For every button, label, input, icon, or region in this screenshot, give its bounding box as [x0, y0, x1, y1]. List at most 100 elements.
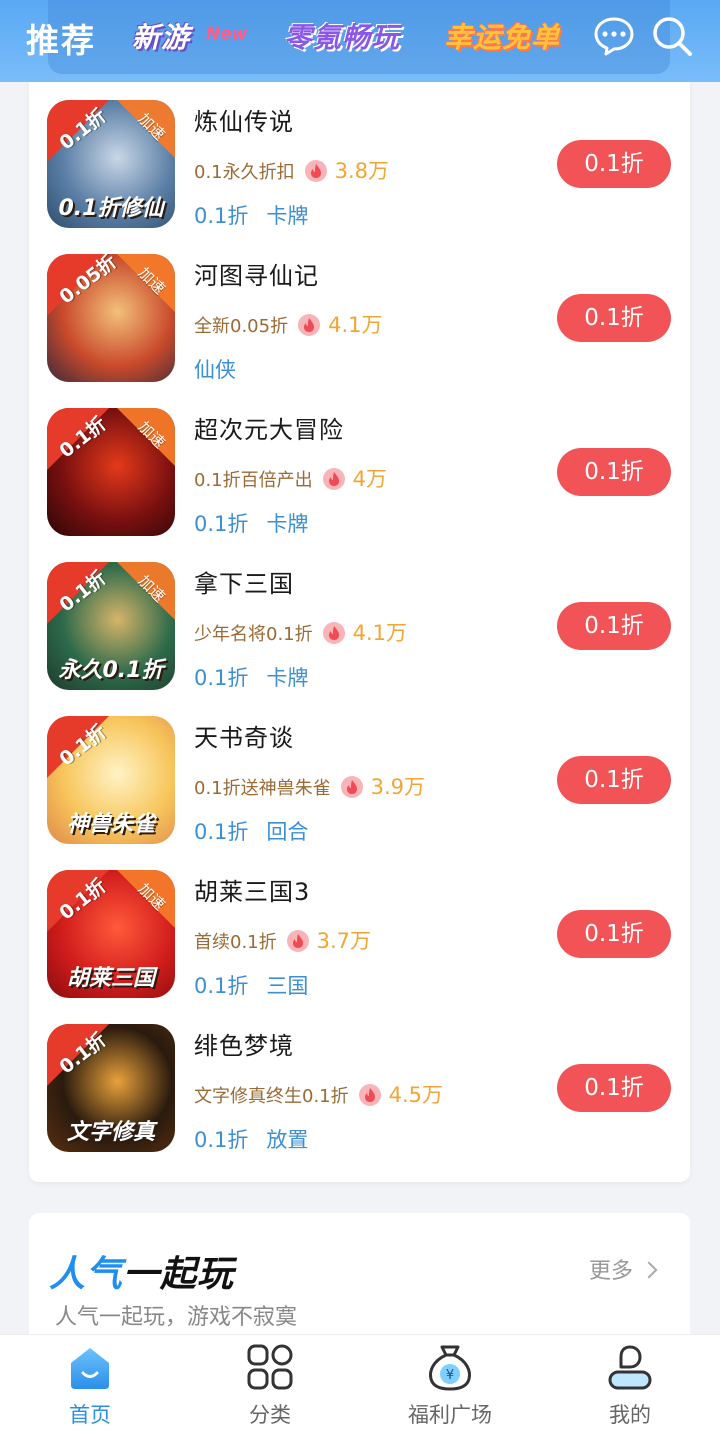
nav-home[interactable]: 首页 — [0, 1343, 180, 1439]
game-promo-line: 文字修真终生0.1折 4.5万 — [194, 1079, 443, 1109]
hot-count: 4.1万 — [352, 621, 408, 645]
game-name[interactable]: 绯色梦境 — [194, 1026, 294, 1061]
discount-button[interactable]: 0.1折 — [557, 140, 671, 188]
game-tags: 0.1折 回合 — [194, 816, 326, 846]
icon-caption: 胡莱三国 — [66, 966, 155, 991]
game-tag[interactable]: 三国 — [266, 974, 308, 998]
fire-icon — [340, 776, 363, 798]
game-name[interactable]: 天书奇谈 — [194, 718, 294, 753]
promo-text: 全新0.05折 — [194, 316, 289, 337]
icon-caption: 0.1折修仙 — [58, 196, 164, 221]
fire-icon — [298, 314, 321, 336]
game-tag[interactable]: 0.1折 — [194, 1128, 248, 1152]
nav-profile-label: 我的 — [609, 1403, 651, 1427]
game-promo-line: 0.1折百倍产出 4万 — [194, 463, 387, 493]
promo-text: 0.1折送神兽朱雀 — [194, 778, 331, 799]
game-tag[interactable]: 卡牌 — [266, 204, 308, 228]
game-row[interactable]: 0.05折 加速 河图寻仙记全新0.05折 4.1万仙侠 0.1折 — [29, 254, 690, 408]
game-tag[interactable]: 0.1折 — [194, 820, 248, 844]
popular-title: 人气一起玩 — [49, 1254, 235, 1295]
icon-caption: 文字修真 — [66, 1120, 155, 1145]
game-promo-line: 0.1永久折扣 3.8万 — [194, 155, 389, 185]
game-list: 0.1折 加速 0.1折修仙 炼仙传说 0.1永久折扣 3.8万 0.1折 卡牌 0.1折 0.0… — [29, 70, 690, 1182]
promo-text: 0.1永久折扣 — [194, 162, 295, 183]
game-name[interactable]: 炼仙传说 — [194, 102, 294, 137]
game-tag[interactable]: 卡牌 — [266, 666, 308, 690]
promo-text: 少年名将0.1折 — [194, 624, 313, 645]
game-tag[interactable]: 仙侠 — [194, 358, 236, 382]
nav-category[interactable]: 分类 — [180, 1343, 360, 1439]
hot-count: 4万 — [352, 467, 388, 491]
discount-button[interactable]: 0.1折 — [557, 448, 671, 496]
game-row[interactable]: 0.1折 加速 超次元大冒险 0.1折百倍产出 4万 0.1折 卡牌 0.1折 — [29, 408, 690, 562]
hot-count: 3.7万 — [316, 929, 372, 953]
popular-subtitle: 人气一起玩，游戏不寂寞 — [55, 1305, 298, 1330]
game-promo-line: 首续0.1折 3.7万 — [194, 925, 371, 955]
fire-icon — [304, 160, 327, 182]
game-row[interactable]: 0.1折 文字修真 绯色梦境 文字修真终生0.1折 4.5万 0.1折 放置 0.1折 — [29, 1024, 690, 1178]
discount-button[interactable]: 0.1折 — [557, 294, 671, 342]
game-tag[interactable]: 放置 — [266, 1128, 308, 1152]
game-name[interactable]: 超次元大冒险 — [194, 410, 344, 445]
game-tag[interactable]: 0.1折 — [194, 666, 248, 690]
search-icon[interactable] — [650, 14, 694, 58]
icon-caption: 永久0.1折 — [58, 658, 164, 683]
game-icon[interactable]: 0.1折 加速 — [47, 408, 175, 536]
discount-button[interactable]: 0.1折 — [557, 756, 671, 804]
nav-profile[interactable]: 我的 — [540, 1343, 720, 1439]
game-icon[interactable]: 0.1折 加速 永久0.1折 — [47, 562, 175, 690]
game-row[interactable]: 0.1折 加速 0.1折修仙 炼仙传说 0.1永久折扣 3.8万 0.1折 卡牌 0.1折 — [29, 100, 690, 254]
discount-button[interactable]: 0.1折 — [557, 602, 671, 650]
new-badge: New — [206, 24, 248, 44]
promo-text: 0.1折百倍产出 — [194, 470, 313, 491]
game-row[interactable]: 0.1折 加速 胡莱三国 胡莱三国3 首续0.1折 3.7万 0.1折 三国 0.1折 — [29, 870, 690, 1024]
game-tag[interactable]: 0.1折 — [194, 204, 248, 228]
popular-section: 人气一起玩 人气一起玩，游戏不寂寞 更多 — [29, 1213, 690, 1353]
game-tags: 0.1折 卡牌 — [194, 662, 326, 692]
game-tag[interactable]: 回合 — [266, 820, 308, 844]
game-icon[interactable]: 0.1折 加速 胡莱三国 — [47, 870, 175, 998]
game-icon[interactable]: 0.1折 加速 0.1折修仙 — [47, 100, 175, 228]
fire-icon — [358, 1084, 381, 1106]
tab-lucky-free[interactable]: 幸运免单 — [444, 18, 560, 58]
game-tag[interactable]: 0.1折 — [194, 974, 248, 998]
game-name[interactable]: 河图寻仙记 — [194, 256, 319, 291]
game-tags: 仙侠 — [194, 354, 254, 384]
nav-category-label: 分类 — [249, 1403, 291, 1427]
bottom-nav: 首页 分类 ¥ 福利广场 我的 — [0, 1334, 720, 1444]
more-link[interactable]: 更多 — [589, 1253, 658, 1285]
nav-home-label: 首页 — [69, 1403, 111, 1427]
tab-zero-pay[interactable]: 零氪畅玩 — [284, 18, 400, 58]
game-name[interactable]: 拿下三国 — [194, 564, 294, 599]
hot-count: 4.1万 — [328, 313, 383, 337]
game-row[interactable]: 0.1折 加速 永久0.1折 拿下三国 少年名将0.1折 4.1万 0.1折 卡牌 0.1折 — [29, 562, 690, 716]
game-tag[interactable]: 卡牌 — [266, 512, 308, 536]
nav-welfare-label: 福利广场 — [408, 1403, 492, 1427]
home-icon — [71, 1348, 109, 1389]
category-icon — [247, 1344, 293, 1390]
game-row[interactable]: 0.1折 神兽朱雀 天书奇谈 0.1折送神兽朱雀 3.9万 0.1折 回合 0.1折 — [29, 716, 690, 870]
tab-new-games[interactable]: 新游 — [132, 18, 190, 58]
game-tags: 0.1折 卡牌 — [194, 200, 326, 230]
game-tags: 0.1折 三国 — [194, 970, 326, 1000]
fire-icon — [286, 930, 309, 952]
chevron-right-icon — [640, 1261, 658, 1279]
hot-count: 4.5万 — [388, 1083, 444, 1107]
promo-text: 文字修真终生0.1折 — [194, 1086, 349, 1107]
game-promo-line: 全新0.05折 4.1万 — [194, 309, 382, 339]
game-tags: 0.1折 卡牌 — [194, 508, 326, 538]
hot-count: 3.8万 — [334, 159, 390, 183]
game-tag[interactable]: 0.1折 — [194, 512, 248, 536]
tab-recommend[interactable]: 推荐 — [26, 14, 96, 62]
game-icon[interactable]: 0.1折 文字修真 — [47, 1024, 175, 1152]
message-icon[interactable] — [592, 14, 636, 58]
fire-icon — [322, 468, 345, 490]
game-icon[interactable]: 0.1折 神兽朱雀 — [47, 716, 175, 844]
nav-welfare[interactable]: ¥ 福利广场 — [360, 1343, 540, 1439]
icon-caption: 神兽朱雀 — [66, 812, 155, 837]
game-name[interactable]: 胡莱三国3 — [194, 872, 310, 907]
discount-button[interactable]: 0.1折 — [557, 910, 671, 958]
game-icon[interactable]: 0.05折 加速 — [47, 254, 175, 382]
discount-button[interactable]: 0.1折 — [557, 1064, 671, 1112]
money-bag-icon: ¥ — [429, 1345, 471, 1391]
